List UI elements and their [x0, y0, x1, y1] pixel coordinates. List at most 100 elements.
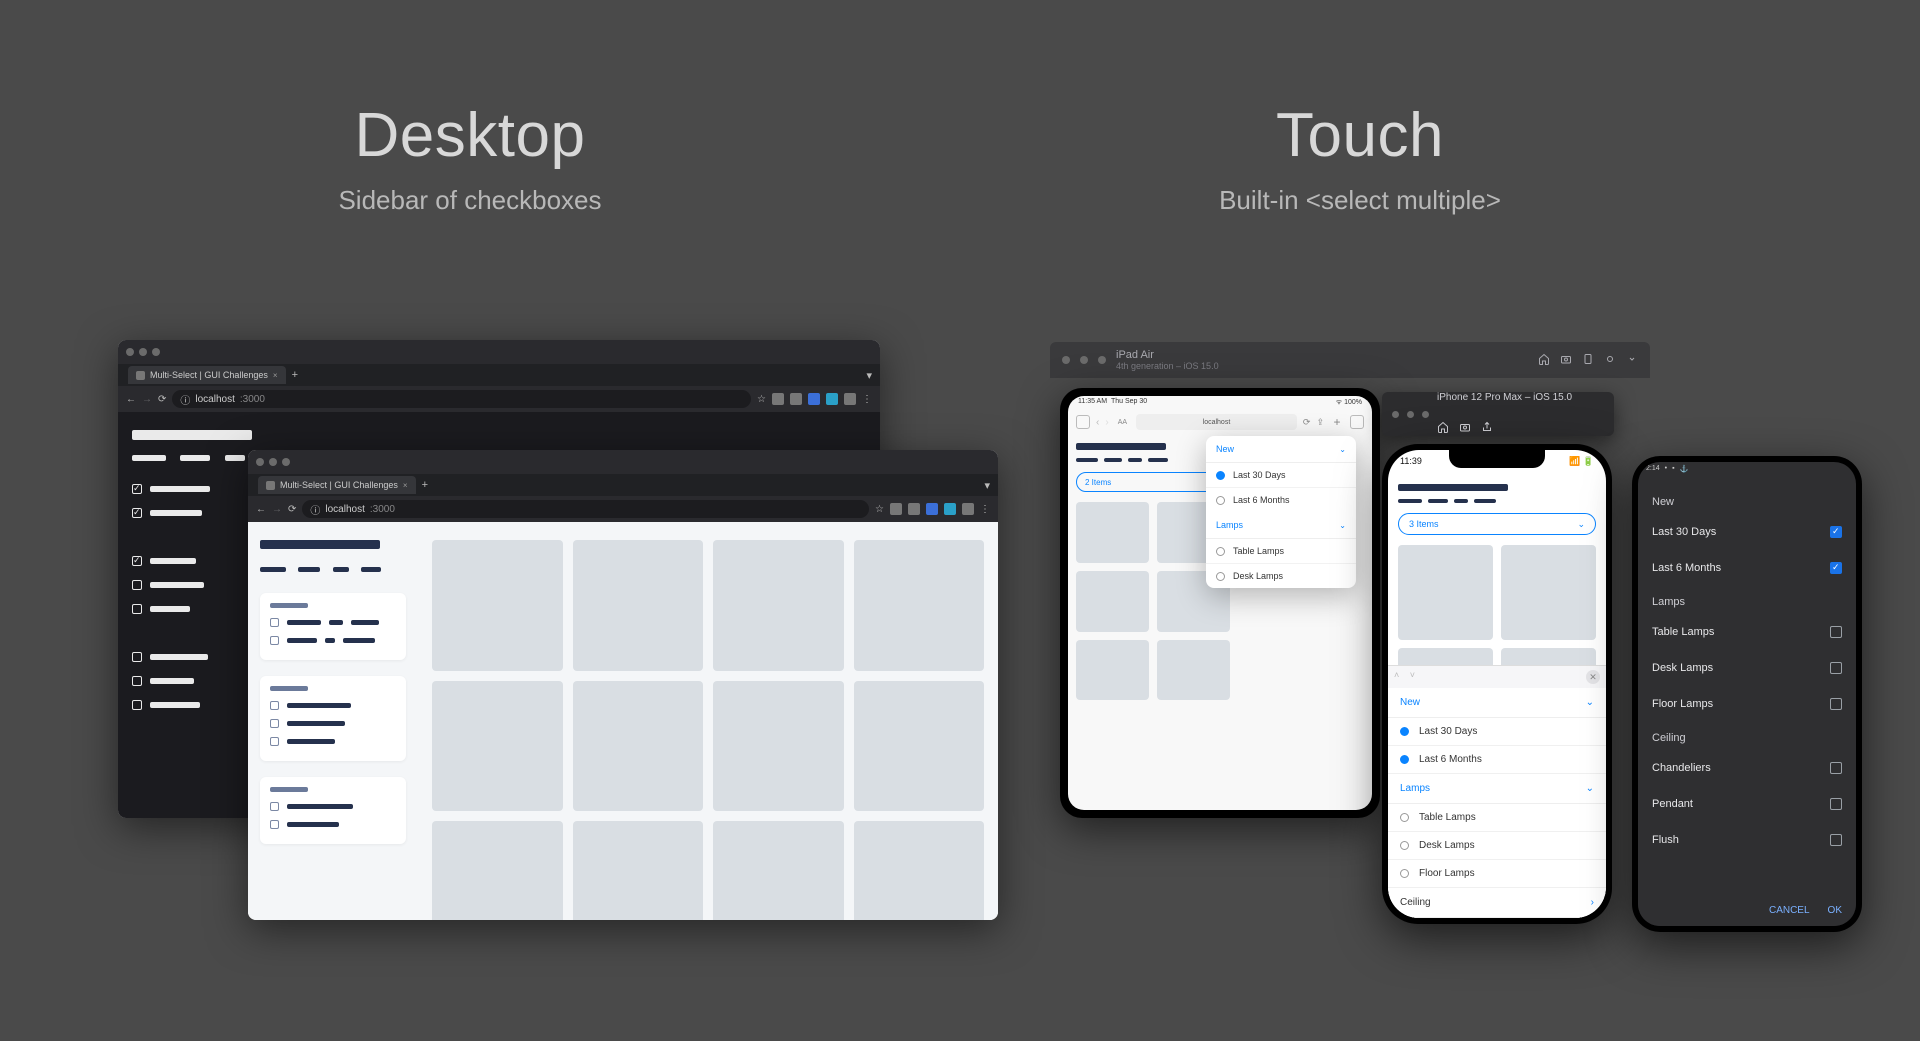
- new-tab-icon[interactable]: +: [1330, 415, 1344, 429]
- result-card[interactable]: [432, 681, 563, 812]
- checkbox-icon[interactable]: [1830, 526, 1842, 538]
- option-row[interactable]: Last 6 Months: [1638, 550, 1856, 586]
- result-card[interactable]: [713, 681, 844, 812]
- result-card[interactable]: [1501, 545, 1596, 640]
- checkbox-row[interactable]: [270, 802, 396, 811]
- checkbox-icon[interactable]: [1830, 698, 1842, 710]
- checkbox-icon[interactable]: [132, 556, 142, 566]
- safari-url[interactable]: localhost: [1136, 414, 1297, 430]
- checkbox-icon[interactable]: [1830, 662, 1842, 674]
- result-card[interactable]: [573, 821, 704, 920]
- option-row[interactable]: Desk Lamps: [1388, 832, 1606, 860]
- option-row[interactable]: Last 6 Months: [1206, 487, 1356, 512]
- nav-forward-icon[interactable]: ›: [1105, 417, 1108, 428]
- option-row[interactable]: Last 30 Days: [1206, 463, 1356, 487]
- checkbox-icon[interactable]: [270, 618, 279, 627]
- nav-forward-icon[interactable]: →: [142, 394, 152, 405]
- checkbox-row[interactable]: [270, 701, 396, 710]
- extension-icon[interactable]: [908, 503, 920, 515]
- option-row[interactable]: Flush: [1638, 822, 1856, 858]
- traffic-light-min-icon[interactable]: [1080, 356, 1088, 364]
- sim-share-icon[interactable]: [1481, 421, 1493, 436]
- sim-more-icon[interactable]: [1626, 353, 1638, 368]
- close-tab-icon[interactable]: ×: [403, 481, 408, 490]
- new-tab-button[interactable]: +: [422, 479, 428, 491]
- extension-icon[interactable]: [926, 503, 938, 515]
- checkbox-row[interactable]: [132, 652, 232, 662]
- checkbox-icon[interactable]: [1830, 562, 1842, 574]
- new-tab-button[interactable]: +: [292, 369, 298, 381]
- option-row[interactable]: Table Lamps: [1206, 539, 1356, 563]
- extension-icon[interactable]: [844, 393, 856, 405]
- ok-button[interactable]: OK: [1828, 905, 1842, 916]
- result-card[interactable]: [432, 821, 563, 920]
- result-card[interactable]: [1076, 571, 1149, 632]
- sim-home-icon[interactable]: [1538, 353, 1550, 368]
- nav-reload-icon[interactable]: ⟳: [288, 504, 296, 515]
- checkbox-icon[interactable]: [1830, 762, 1842, 774]
- result-card[interactable]: [854, 681, 985, 812]
- star-icon[interactable]: ☆: [875, 504, 884, 515]
- browser-menu-icon[interactable]: ⋮: [862, 394, 872, 405]
- checkbox-icon[interactable]: [1830, 834, 1842, 846]
- result-card[interactable]: [1076, 502, 1149, 563]
- sidebar-toggle-icon[interactable]: [1076, 415, 1090, 429]
- result-card[interactable]: [573, 540, 704, 671]
- nav-forward-icon[interactable]: →: [272, 504, 282, 515]
- share-icon[interactable]: ⇪: [1316, 417, 1324, 428]
- checkbox-icon[interactable]: [270, 737, 279, 746]
- result-card[interactable]: [432, 540, 563, 671]
- address-input[interactable]: ⓘ localhost:3000: [302, 500, 869, 518]
- traffic-light-close-icon[interactable]: [1392, 411, 1399, 418]
- traffic-light-min-icon[interactable]: [269, 458, 277, 466]
- checkbox-icon[interactable]: [270, 719, 279, 728]
- optgroup-header[interactable]: Lamps ⌄: [1206, 512, 1356, 539]
- checkbox-row[interactable]: [270, 719, 396, 728]
- checkbox-icon[interactable]: [270, 820, 279, 829]
- option-row[interactable]: Floor Lamps: [1388, 860, 1606, 888]
- result-card[interactable]: [573, 681, 704, 812]
- checkbox-row[interactable]: [132, 580, 232, 590]
- checkbox-row[interactable]: [132, 676, 232, 686]
- checkbox-icon[interactable]: [1830, 626, 1842, 638]
- reader-aa-icon[interactable]: AA: [1115, 419, 1130, 426]
- checkbox-row[interactable]: [270, 636, 396, 645]
- sim-home-icon[interactable]: [1437, 421, 1449, 436]
- extension-icon[interactable]: [962, 503, 974, 515]
- traffic-light-max-icon[interactable]: [152, 348, 160, 356]
- checkbox-icon[interactable]: [132, 484, 142, 494]
- option-row[interactable]: Table Lamps: [1388, 804, 1606, 832]
- result-card[interactable]: [1157, 640, 1230, 701]
- nav-back-icon[interactable]: ←: [126, 394, 136, 405]
- traffic-light-max-icon[interactable]: [1422, 411, 1429, 418]
- sim-screenshot-icon[interactable]: [1459, 421, 1471, 436]
- optgroup-header[interactable]: Ceiling ›: [1388, 888, 1606, 918]
- star-icon[interactable]: ☆: [757, 394, 766, 405]
- option-row[interactable]: Table Lamps: [1638, 614, 1856, 650]
- checkbox-row[interactable]: [132, 604, 232, 614]
- extension-icon[interactable]: [890, 503, 902, 515]
- reload-icon[interactable]: ⟳: [1303, 417, 1311, 428]
- option-row[interactable]: Pendant: [1638, 786, 1856, 822]
- traffic-light-max-icon[interactable]: [1098, 356, 1106, 364]
- checkbox-row[interactable]: [132, 556, 232, 566]
- optgroup-header[interactable]: New ⌄: [1388, 688, 1606, 718]
- option-row[interactable]: Chandeliers: [1638, 750, 1856, 786]
- sim-appearance-icon[interactable]: [1604, 353, 1616, 368]
- checkbox-icon[interactable]: [132, 508, 142, 518]
- extension-icon[interactable]: [826, 393, 838, 405]
- checkbox-row[interactable]: [270, 737, 396, 746]
- result-card[interactable]: [1076, 640, 1149, 701]
- checkbox-icon[interactable]: [132, 676, 142, 686]
- checkbox-icon[interactable]: [270, 802, 279, 811]
- traffic-light-close-icon[interactable]: [256, 458, 264, 466]
- traffic-light-close-icon[interactable]: [1062, 356, 1070, 364]
- traffic-light-min-icon[interactable]: [1407, 411, 1414, 418]
- option-row[interactable]: Last 30 Days: [1388, 718, 1606, 746]
- close-sheet-button[interactable]: ✕: [1586, 670, 1600, 684]
- window-menu-icon[interactable]: ▾: [866, 369, 872, 382]
- address-input[interactable]: ⓘ localhost:3000: [172, 390, 751, 408]
- extension-icon[interactable]: [944, 503, 956, 515]
- window-menu-icon[interactable]: ▾: [984, 479, 990, 492]
- checkbox-row[interactable]: [270, 618, 396, 627]
